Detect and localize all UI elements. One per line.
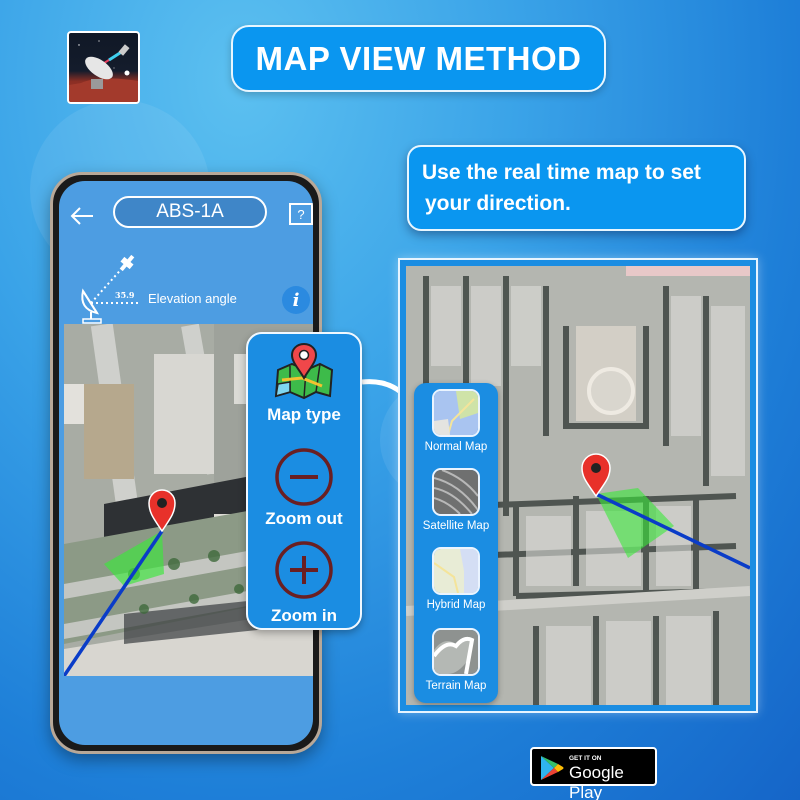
google-play-icon: [541, 756, 564, 780]
map-type-satellite-label: Satellite Map: [422, 520, 490, 532]
map-type-terrain-label: Terrain Map: [425, 680, 487, 692]
satellite-map-thumb: [432, 468, 480, 516]
map-type-normal-label: Normal Map: [424, 441, 488, 453]
map-type-normal[interactable]: Normal Map: [414, 389, 498, 453]
page-title: MAP VIEW METHOD: [231, 25, 606, 92]
google-play-small-text: GET IT ON: [569, 755, 602, 762]
zoom-out-label: Zoom out: [265, 509, 343, 528]
elevation-angle-icon: 35.9: [81, 254, 139, 324]
normal-map-thumb: [432, 389, 480, 437]
map-type-panel: Normal Map Satellite Map Hybrid Map Terr…: [414, 383, 498, 703]
elevation-value: 35.9: [115, 290, 135, 300]
zoom-in-label: Zoom in: [270, 606, 338, 625]
zoom-out-icon: [275, 448, 333, 506]
map-type-control[interactable]: Map type: [248, 340, 360, 425]
info-button[interactable]: i: [282, 286, 310, 314]
terrain-map-thumb: [432, 628, 480, 676]
arrow-left-icon[interactable]: [69, 205, 95, 227]
zoom-out-control[interactable]: Zoom out: [248, 447, 360, 529]
satellite-dish-icon: [69, 40, 138, 102]
app-icon: [67, 31, 140, 104]
elevation-label: Elevation angle: [148, 291, 237, 306]
help-button[interactable]: ?: [289, 203, 313, 225]
zoom-in-control[interactable]: Zoom in: [248, 540, 360, 626]
zoom-in-icon: [275, 541, 333, 599]
map-type-satellite[interactable]: Satellite Map: [414, 468, 498, 532]
callout-line-1: Use the real time map to set: [422, 161, 701, 184]
instruction-callout: Use the real time map to set your direct…: [407, 145, 746, 231]
callout-line-2: your direction.: [425, 192, 571, 215]
map-type-hybrid[interactable]: Hybrid Map: [414, 547, 498, 611]
map-type-terrain[interactable]: Terrain Map: [414, 628, 498, 692]
map-controls-panel: Map type Zoom out Zoom in: [246, 332, 362, 630]
google-play-badge[interactable]: GET IT ON Google Play: [530, 747, 657, 800]
satellite-name-pill[interactable]: ABS-1A: [113, 196, 267, 228]
google-play-big-text: Google Play: [569, 763, 624, 800]
hybrid-map-thumb: [432, 547, 480, 595]
folded-map-pin-icon: [274, 342, 334, 400]
map-type-label: Map type: [267, 405, 341, 424]
map-type-hybrid-label: Hybrid Map: [426, 599, 486, 611]
